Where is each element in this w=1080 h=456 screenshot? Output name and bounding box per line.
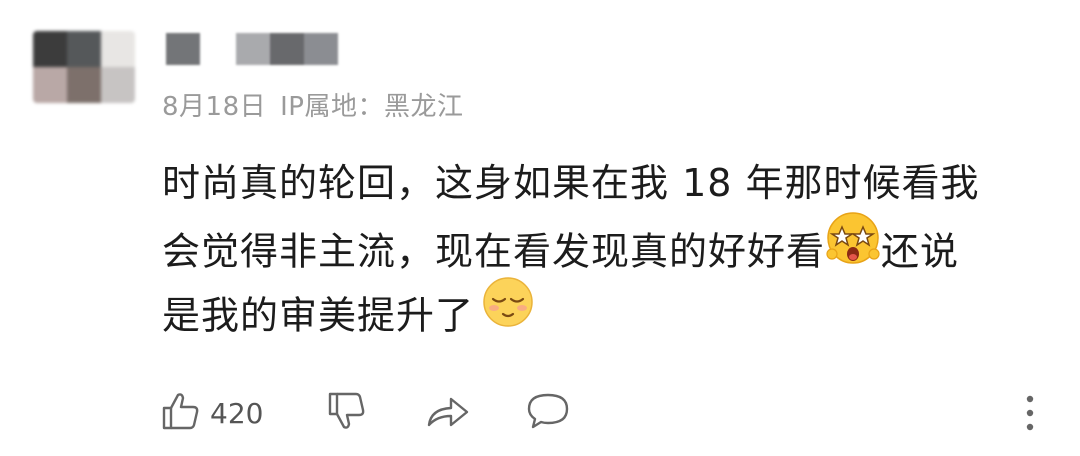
like-count: 420 (210, 396, 264, 430)
username-block (200, 33, 236, 65)
comment-icon (525, 389, 571, 437)
username[interactable] (166, 33, 338, 65)
comment-line: 时尚真的轮回，这身如果在我 18 年那时候看我 (162, 161, 980, 205)
share-button[interactable] (425, 385, 471, 441)
avatar-cell (33, 31, 67, 67)
avatar[interactable] (33, 31, 135, 103)
avatar-cell (67, 31, 101, 67)
username-block (166, 33, 200, 65)
comment-text: 是我的审美提升了 (162, 293, 475, 338)
comment-text: 会觉得非主流，现在看发现真的好好看 (162, 229, 826, 274)
username-block (236, 33, 270, 65)
more-icon[interactable] (1024, 391, 1036, 439)
thumbs-up-icon (160, 389, 204, 437)
avatar-cell (33, 67, 67, 103)
username-block (304, 33, 338, 65)
avatar-cell (101, 67, 135, 103)
username-block (270, 33, 304, 65)
comment-body: 时尚真的轮回，这身如果在我 18 年那时候看我 会觉得非主流，现在看发现真的好好… (162, 150, 1042, 348)
comment-meta: 8月18日 IP属地：黑龙江 (162, 86, 464, 123)
comment-date: 8月18日 (162, 92, 267, 122)
comment-text: 还说 (881, 229, 960, 274)
action-bar: 420 (0, 385, 1080, 441)
relieved-emoji (482, 276, 534, 348)
comment-line: 会觉得非主流，现在看发现真的好好看 还说 (162, 212, 1042, 282)
dislike-button[interactable] (326, 385, 370, 441)
comment-line: 是我的审美提升了 (162, 277, 1042, 348)
avatar-cell (67, 67, 101, 103)
share-icon (425, 389, 471, 437)
like-button[interactable]: 420 (160, 385, 263, 441)
avatar-cell (101, 31, 135, 67)
ip-location: IP属地：黑龙江 (280, 92, 464, 122)
comment-button[interactable] (525, 385, 571, 441)
starstruck-emoji (825, 210, 881, 286)
thumbs-down-icon (326, 389, 370, 437)
